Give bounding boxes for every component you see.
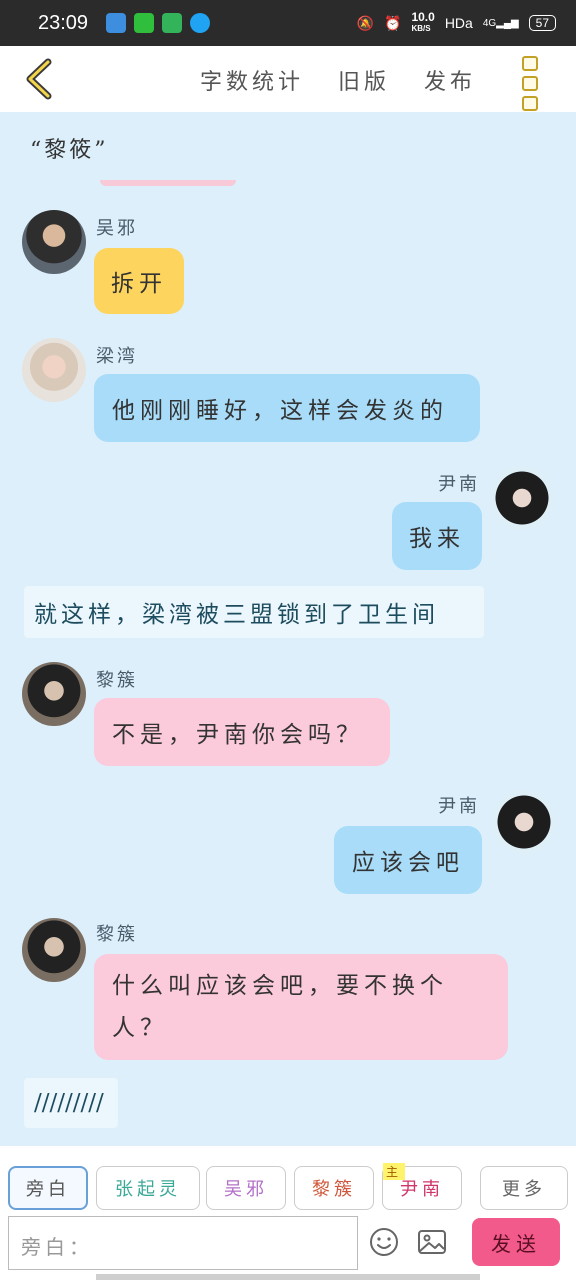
publish-button[interactable]: 发布 xyxy=(424,64,476,96)
more-characters-button[interactable]: 更多 xyxy=(480,1166,568,1210)
quote-line: “黎筱” xyxy=(30,138,109,163)
avatar[interactable] xyxy=(490,466,554,530)
old-version-button[interactable]: 旧版 xyxy=(338,64,390,96)
character-chip-yin-nan[interactable]: 主 尹南 xyxy=(382,1163,462,1210)
status-time: 23:09 xyxy=(38,11,89,34)
input-bar: 旁白： 发送 xyxy=(0,1212,576,1280)
signal-icon: 4G▂▄▆ xyxy=(482,17,519,29)
character-chip-narrator[interactable]: 旁白 xyxy=(8,1166,88,1210)
app-notification-icon xyxy=(162,13,183,33)
status-bar: 23:09 🔕 ⏰ 10.0 KB/S HDa 4G▂▄▆ 57 xyxy=(0,0,576,46)
iqiyi-icon xyxy=(134,13,155,33)
character-selector: 旁白 张起灵 吴邪 黎簇 主 尹南 更多 xyxy=(0,1146,576,1212)
word-count-button[interactable]: 字数统计 xyxy=(200,64,304,96)
speaker-name: 尹南 xyxy=(438,796,480,817)
message-line: 人？ xyxy=(112,1015,168,1041)
previous-bubble-edge xyxy=(100,180,236,186)
message-bubble[interactable]: 什么叫应该会吧，要不换个 人？ xyxy=(94,954,508,1060)
avatar[interactable] xyxy=(22,210,86,274)
message-bubble[interactable]: 拆开 xyxy=(94,248,184,314)
message-bubble[interactable]: 应该会吧 xyxy=(334,826,482,894)
hd-icon: HDa xyxy=(444,15,473,31)
send-button[interactable]: 发送 xyxy=(472,1218,560,1266)
gesture-bar xyxy=(96,1274,480,1280)
message-bubble[interactable]: 他刚刚睡好，这样会发炎的 xyxy=(94,374,480,442)
chat-area[interactable]: “黎筱” 吴邪 拆开 梁湾 他刚刚睡好，这样会发炎的 尹南 我来 就这样，梁湾被… xyxy=(0,112,576,1146)
emoji-icon[interactable] xyxy=(368,1226,400,1258)
network-speed: 10.0 KB/S xyxy=(411,10,435,33)
status-right: 🔕 ⏰ 10.0 KB/S HDa 4G▂▄▆ 57 xyxy=(356,10,556,34)
main-character-tag: 主 xyxy=(383,1163,406,1180)
editor-toolbar: 字数统计 旧版 发布 xyxy=(0,46,576,112)
speaker-name: 黎簇 xyxy=(96,670,138,691)
qq-icon xyxy=(190,13,211,33)
character-chip-li-cu[interactable]: 黎簇 xyxy=(294,1166,374,1210)
image-icon[interactable] xyxy=(416,1226,448,1258)
toolbar-menu: 字数统计 旧版 发布 xyxy=(200,64,476,96)
message-line: 什么叫应该会吧，要不换个 xyxy=(112,973,448,999)
speaker-name: 梁湾 xyxy=(96,346,138,367)
message-bubble[interactable]: 不是，尹南你会吗？ xyxy=(94,698,390,766)
message-bubble[interactable]: 我来 xyxy=(392,502,482,570)
message-input[interactable]: 旁白： xyxy=(8,1216,358,1270)
character-chip-wu-xie[interactable]: 吴邪 xyxy=(206,1166,286,1210)
character-chip-zhang-qiling[interactable]: 张起灵 xyxy=(96,1166,200,1210)
avatar[interactable] xyxy=(492,790,556,854)
alarm-icon: ⏰ xyxy=(384,14,402,31)
app-notification-icon xyxy=(106,13,127,33)
avatar[interactable] xyxy=(22,918,86,982)
mute-icon: 🔕 xyxy=(356,14,375,31)
speaker-name: 尹南 xyxy=(438,474,480,495)
back-arrow-icon[interactable] xyxy=(22,58,58,100)
character-chip-label: 尹南 xyxy=(400,1179,444,1200)
battery-icon: 57 xyxy=(528,15,556,31)
avatar[interactable] xyxy=(22,662,86,726)
avatar[interactable] xyxy=(22,338,86,402)
more-menu-icon[interactable] xyxy=(522,56,538,111)
notification-icons xyxy=(106,13,211,33)
speaker-name: 黎簇 xyxy=(96,924,138,945)
narration-text[interactable]: ///////// xyxy=(24,1078,118,1128)
narration-text[interactable]: 就这样，梁湾被三盟锁到了卫生间 xyxy=(24,586,484,638)
speaker-name: 吴邪 xyxy=(96,218,138,239)
